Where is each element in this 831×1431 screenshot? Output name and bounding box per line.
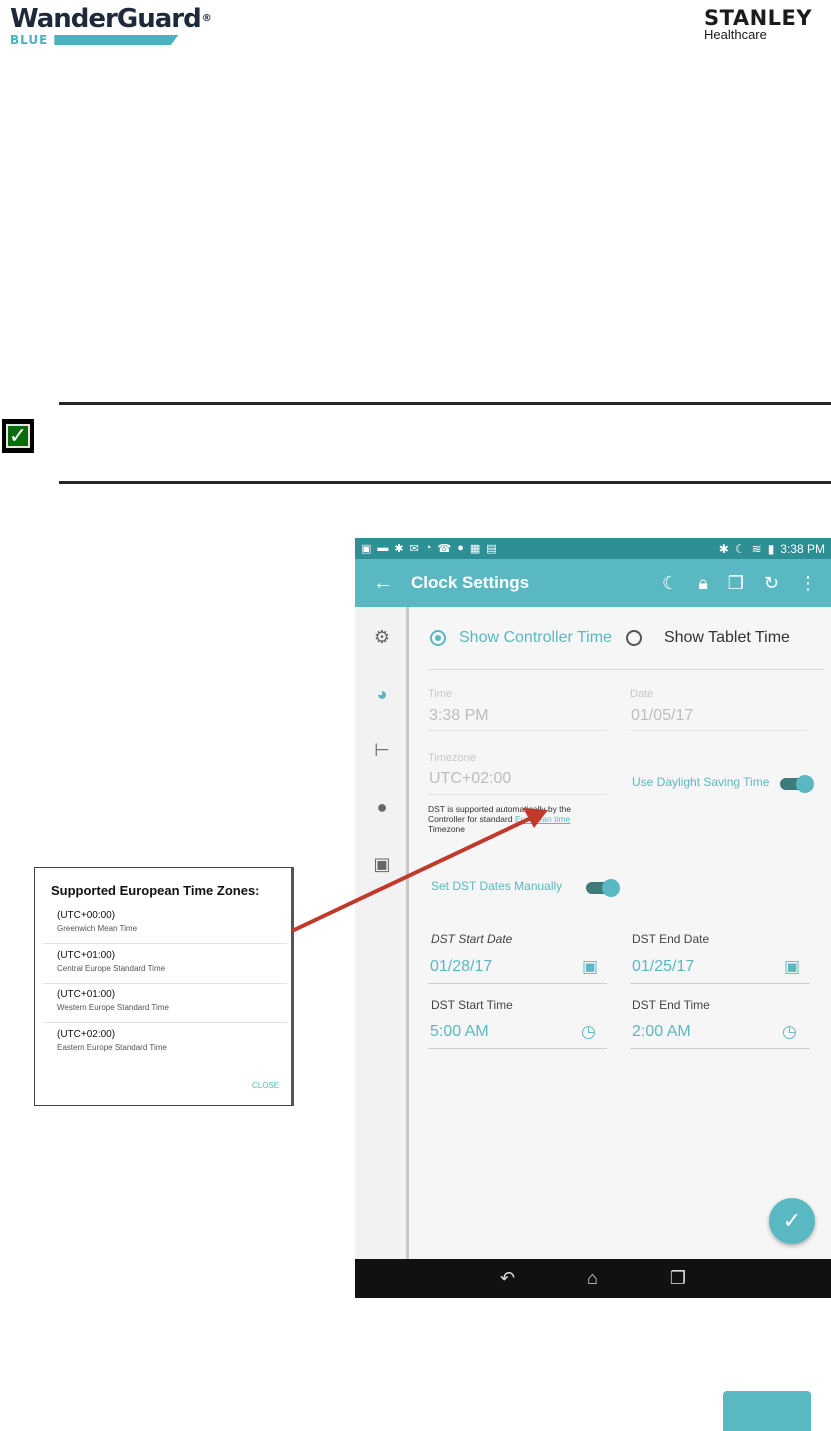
- status-time: 3:38 PM: [780, 541, 825, 556]
- clock-settings-content: Show Controller Time Show Tablet Time Ti…: [412, 607, 831, 1259]
- dst-end-date-label: DST End Date: [632, 932, 710, 946]
- refresh-icon[interactable]: ↻: [764, 573, 779, 594]
- wanderguard-logo: WanderGuard® BLUE: [10, 4, 212, 47]
- note-top-rule: [59, 402, 831, 405]
- app-title: Clock Settings: [411, 573, 530, 592]
- bluetooth-icon: ✱: [718, 541, 729, 556]
- dst-note: DST is supported automatically by the Co…: [428, 804, 571, 834]
- notification-icon: ●: [457, 542, 464, 554]
- set-dst-manual-toggle[interactable]: [586, 879, 620, 897]
- wifi-icon: ≋: [751, 541, 762, 556]
- save-checkmark-button[interactable]: ✓: [769, 1198, 815, 1244]
- dialog-close-button[interactable]: CLOSE: [252, 1081, 279, 1090]
- clock-picker-icon[interactable]: ◷: [782, 1022, 797, 1042]
- timezone-item: (UTC+00:00) Greenwich Mean Time: [57, 910, 138, 933]
- stanley-healthcare-logo: STANLEY Healthcare: [704, 6, 813, 42]
- time-label: Time: [428, 688, 453, 700]
- timezone-item: (UTC+02:00) Eastern Europe Standard Time: [57, 1029, 167, 1052]
- mail-icon: ✉: [409, 543, 419, 555]
- dst-start-time-label: DST Start Time: [431, 998, 513, 1012]
- use-dst-label: Use Daylight Saving Time: [632, 775, 770, 789]
- notification-icon: ▣: [361, 543, 372, 555]
- show-controller-label[interactable]: Show Controller Time: [459, 629, 612, 647]
- more-vert-icon[interactable]: ⋮: [799, 573, 817, 594]
- battery-icon: ▮: [767, 541, 775, 556]
- notification-icon: ▬: [377, 542, 389, 554]
- timezone-item: (UTC+01:00) Western Europe Standard Time: [57, 989, 169, 1012]
- page-tab: [723, 1391, 811, 1431]
- notification-icon: ▤: [486, 543, 497, 555]
- status-bar: ▣ ▬ ✱ ✉ ◔ ☎ ● ▦ ▤ ✱ ☾ ≋ ▮ 3:38 PM: [355, 538, 831, 559]
- european-timezones-dialog: Supported European Time Zones: (UTC+00:0…: [34, 867, 294, 1106]
- dst-end-date-field[interactable]: 01/25/17: [632, 958, 694, 976]
- note-bottom-rule: [59, 481, 831, 484]
- use-dst-toggle[interactable]: [780, 775, 814, 793]
- dialog-title: Supported European Time Zones:: [51, 883, 260, 898]
- back-icon[interactable]: ↶: [500, 1268, 515, 1289]
- dst-end-time-label: DST End Time: [632, 998, 710, 1012]
- copy-icon[interactable]: ❐: [728, 573, 744, 594]
- show-tablet-radio[interactable]: [625, 630, 642, 646]
- divider: [428, 669, 824, 670]
- timezone-item: (UTC+01:00) Central Europe Standard Time: [57, 950, 166, 973]
- dst-start-date-field[interactable]: 01/28/17: [430, 958, 492, 976]
- settings-icon[interactable]: ⚙: [355, 627, 409, 648]
- logo-bar: [54, 35, 179, 45]
- wanderguard-logo-sub: BLUE: [10, 33, 49, 47]
- back-arrow-icon[interactable]: ←: [355, 572, 411, 595]
- photo-icon: ▦: [469, 543, 481, 555]
- calendar-picker-icon[interactable]: ▣: [784, 957, 800, 977]
- date-label: Date: [630, 688, 654, 700]
- lock-icon[interactable]: 🔒︎: [698, 573, 708, 594]
- notification-icon: ◔: [424, 542, 432, 554]
- timezone-label: Timezone: [428, 752, 476, 764]
- timezone-field: UTC+02:00: [429, 770, 512, 787]
- phone-icon: ☎: [437, 543, 452, 555]
- recents-icon[interactable]: ❐: [670, 1268, 686, 1289]
- calendar-picker-icon[interactable]: ▣: [582, 957, 598, 977]
- side-nav: ⚙ ◕ ⊢ ● ▣: [355, 607, 409, 1259]
- clock-picker-icon[interactable]: ◷: [581, 1022, 596, 1042]
- calendar-icon[interactable]: ▣: [355, 854, 409, 875]
- checkmark-icon: ✓: [2, 419, 34, 453]
- app-bar: ← Clock Settings ☾ 🔒︎ ❐ ↻ ⋮: [355, 559, 831, 607]
- dst-end-time-field[interactable]: 2:00 AM: [632, 1023, 691, 1041]
- time-source-selector: Show Controller Time Show Tablet Time: [430, 629, 790, 647]
- home-icon[interactable]: ⌂: [587, 1268, 598, 1289]
- show-tablet-label[interactable]: Show Tablet Time: [664, 629, 790, 647]
- night-mode-icon[interactable]: ☾: [662, 573, 678, 594]
- dst-start-date-label: DST Start Date: [431, 932, 513, 946]
- dst-start-time-field[interactable]: 5:00 AM: [430, 1023, 489, 1041]
- european-time-link[interactable]: European time: [515, 814, 570, 824]
- tree-icon[interactable]: ⊢: [355, 740, 409, 761]
- date-field: 01/05/17: [631, 707, 694, 724]
- time-field: 3:38 PM: [429, 707, 489, 724]
- clock-icon[interactable]: ◕: [355, 684, 409, 705]
- android-nav-bar: ↶ ⌂ ❐: [355, 1259, 831, 1298]
- person-icon[interactable]: ●: [355, 797, 409, 818]
- set-dst-manual-label: Set DST Dates Manually: [431, 879, 563, 893]
- tablet-screenshot: ▣ ▬ ✱ ✉ ◔ ☎ ● ▦ ▤ ✱ ☾ ≋ ▮ 3:38 PM ← Cloc…: [355, 538, 831, 1298]
- show-controller-radio[interactable]: [430, 630, 446, 646]
- bluetooth-icon: ✱: [394, 543, 404, 555]
- moon-icon: ☾: [734, 541, 746, 556]
